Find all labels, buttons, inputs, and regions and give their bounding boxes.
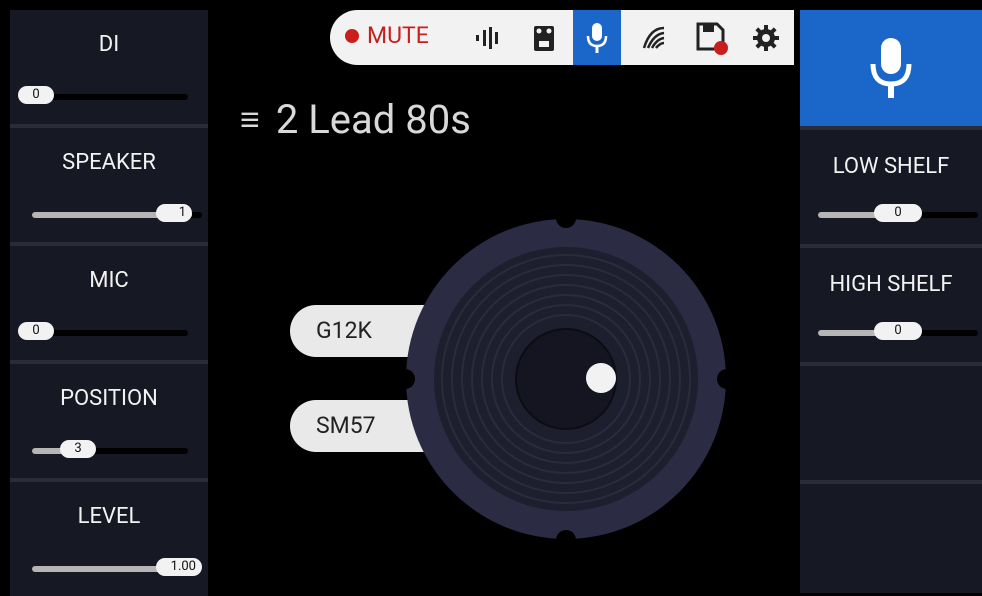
mic-tab-button[interactable] bbox=[573, 10, 621, 65]
mic-icon bbox=[870, 38, 912, 98]
preset-selector[interactable]: ≡ 2 Lead 80s bbox=[240, 96, 471, 143]
save-button[interactable] bbox=[688, 10, 736, 65]
level-slider[interactable]: 1.00 bbox=[32, 558, 202, 576]
tuner-icon bbox=[476, 26, 498, 49]
param-label: MIC bbox=[89, 268, 129, 293]
slider-thumb[interactable]: 0 bbox=[18, 322, 54, 340]
pedal-icon bbox=[534, 25, 554, 51]
speaker-cone-graphic[interactable] bbox=[405, 218, 727, 540]
param-speaker[interactable]: SPEAKER 1 bbox=[10, 128, 208, 242]
tuner-button[interactable] bbox=[465, 10, 513, 65]
right-parameter-panel: LOW SHELF 0 HIGH SHELF 0 bbox=[800, 126, 982, 593]
pedal-button[interactable] bbox=[520, 10, 568, 65]
divider bbox=[800, 480, 982, 484]
ir-icon bbox=[642, 26, 665, 49]
param-high-shelf[interactable]: HIGH SHELF 0 bbox=[800, 248, 982, 362]
slider-thumb[interactable]: 1 bbox=[156, 204, 192, 222]
mute-label: MUTE bbox=[367, 22, 429, 49]
slider-thumb[interactable]: 0 bbox=[874, 322, 922, 340]
slider-thumb[interactable]: 0 bbox=[874, 204, 922, 222]
high-shelf-slider[interactable]: 0 bbox=[818, 322, 978, 340]
param-label: POSITION bbox=[60, 386, 158, 411]
low-shelf-slider[interactable]: 0 bbox=[818, 204, 978, 222]
param-label: SPEAKER bbox=[62, 150, 156, 175]
param-position[interactable]: POSITION 3 bbox=[10, 364, 208, 478]
speaker-select-label: G12K bbox=[316, 317, 372, 344]
param-label: HIGH SHELF bbox=[829, 272, 953, 297]
mic-position-marker[interactable] bbox=[586, 363, 616, 393]
left-parameter-panel: DI 0 SPEAKER 1 MIC 0 POSITION 3 LEVEL 1.… bbox=[10, 10, 208, 596]
param-label: LEVEL bbox=[77, 504, 141, 529]
param-low-shelf[interactable]: LOW SHELF 0 bbox=[800, 130, 982, 244]
preset-name: 2 Lead 80s bbox=[275, 96, 471, 143]
slider-thumb[interactable]: 3 bbox=[60, 440, 96, 458]
settings-button[interactable] bbox=[742, 10, 790, 65]
slider-thumb[interactable]: 0 bbox=[18, 86, 54, 104]
mic-block-button[interactable] bbox=[800, 10, 982, 126]
mic-icon bbox=[586, 22, 608, 53]
param-level[interactable]: LEVEL 1.00 bbox=[10, 482, 208, 596]
param-mic[interactable]: MIC 0 bbox=[10, 246, 208, 360]
divider bbox=[800, 362, 982, 366]
mic-slider[interactable]: 0 bbox=[18, 322, 188, 340]
mute-button[interactable]: MUTE bbox=[345, 22, 429, 49]
param-di[interactable]: DI 0 bbox=[10, 10, 208, 124]
mic-select-label: SM57 bbox=[316, 412, 376, 439]
param-label: LOW SHELF bbox=[832, 154, 950, 179]
param-label: DI bbox=[98, 32, 120, 57]
speaker-slider[interactable]: 1 bbox=[32, 204, 202, 222]
ir-button[interactable] bbox=[630, 10, 678, 65]
slider-thumb[interactable]: 1.00 bbox=[156, 558, 202, 576]
settings-icon bbox=[753, 24, 779, 51]
position-slider[interactable]: 3 bbox=[32, 440, 188, 458]
save-icon bbox=[696, 22, 728, 55]
di-slider[interactable]: 0 bbox=[18, 86, 188, 104]
record-dot-icon bbox=[345, 28, 359, 43]
menu-icon: ≡ bbox=[240, 99, 260, 140]
